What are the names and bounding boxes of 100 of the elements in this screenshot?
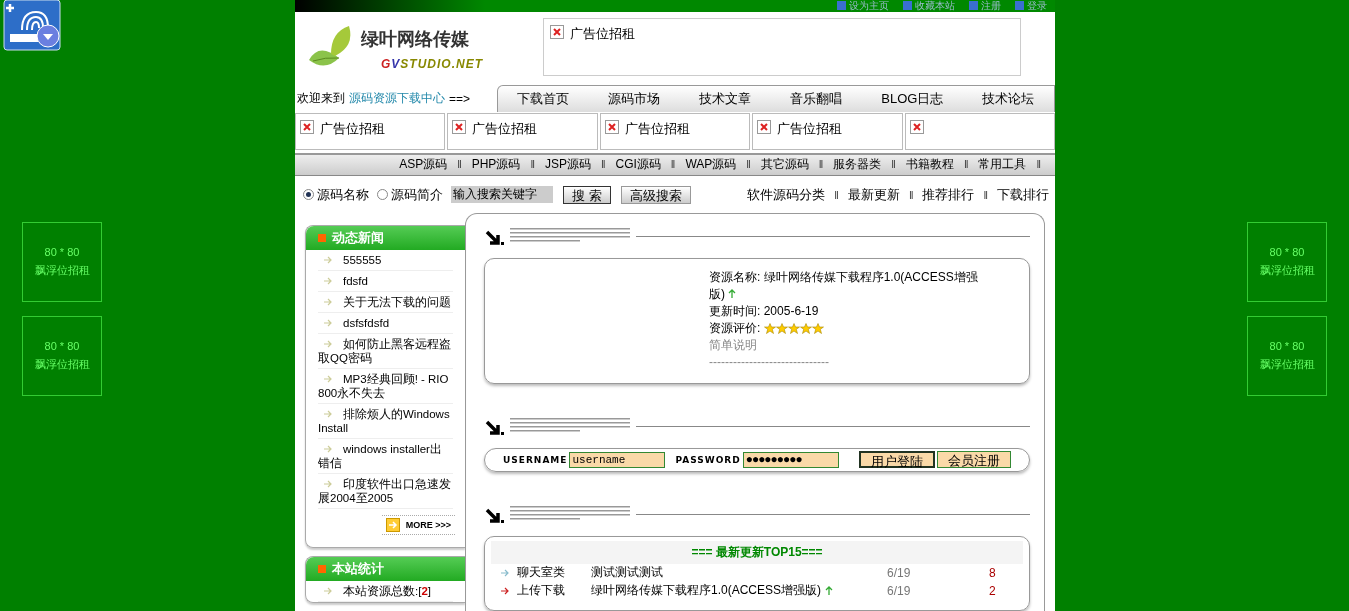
date-cell-text: 6/19 xyxy=(887,566,912,580)
resource-link[interactable]: 绿叶网络传媒下载程序1.0(ACCESS增强版) xyxy=(591,582,822,600)
category-link[interactable]: 常用工具 xyxy=(978,155,1027,173)
password-field[interactable]: ●●●●●●●●● xyxy=(742,452,839,468)
arrow-icon xyxy=(324,410,333,418)
username-field[interactable]: username xyxy=(569,452,666,468)
separator: ‖ xyxy=(1036,158,1041,171)
separator: ‖ xyxy=(818,158,824,171)
login-button[interactable]: 用户登陆 xyxy=(858,451,935,469)
broken-image-icon xyxy=(909,120,924,135)
separator: ‖ xyxy=(457,158,462,171)
rating-label: 资源评价: xyxy=(709,321,761,335)
broken-image-icon xyxy=(550,24,564,39)
news-item[interactable]: MP3经典回顾! - RIO 800永不失去 xyxy=(318,369,453,403)
arrow-icon xyxy=(324,587,333,595)
stats-item: 本站资源总数:[2] xyxy=(318,581,453,601)
separator: ‖ xyxy=(600,158,606,171)
site-title: 绿叶网络传媒 xyxy=(361,27,470,51)
fingerprint-app-icon[interactable] xyxy=(2,0,62,52)
category-link[interactable]: CGI源码 xyxy=(615,155,661,173)
broken-image-icon xyxy=(604,120,619,135)
radio-button[interactable] xyxy=(377,189,388,201)
category-link[interactable]: JSP源码 xyxy=(544,155,591,173)
separator: ‖ xyxy=(983,188,988,201)
news-item[interactable]: 555555 xyxy=(318,250,453,270)
quick-link[interactable]: 推荐排行 xyxy=(922,185,975,204)
nav-tab[interactable]: 技术文章 xyxy=(691,90,760,109)
separator: ‖ xyxy=(891,158,896,171)
floating-ad-box[interactable]: 80 * 80 飘浮位招租 xyxy=(1247,316,1327,396)
ad-slot[interactable]: 广告位招租 xyxy=(295,113,446,151)
category-link[interactable]: PHP源码 xyxy=(471,155,521,173)
star-icon xyxy=(787,323,800,335)
arrow-icon xyxy=(385,518,400,532)
ad-slot[interactable]: 广告位招租 xyxy=(752,113,903,151)
search-button[interactable]: 搜 索 xyxy=(563,185,611,204)
category-link[interactable]: ASP源码 xyxy=(399,155,448,173)
arrow-icon xyxy=(324,298,333,306)
news-item[interactable]: 关于无法下载的问题 xyxy=(318,292,453,312)
ad-slot[interactable]: 广告位招租 xyxy=(599,113,751,151)
news-item[interactable]: dsfsfdsfd xyxy=(318,313,453,333)
arrow-icon xyxy=(324,480,333,488)
news-item[interactable]: 排除烦人的Windows Install xyxy=(318,404,453,438)
nav-tab[interactable]: BLOG日志 xyxy=(873,90,952,109)
arrow-icon xyxy=(324,256,333,264)
more-button[interactable]: MORE >>> xyxy=(381,515,455,535)
count-cell-text: 8 xyxy=(989,566,997,580)
nav-tab[interactable]: 音乐翻唱 xyxy=(782,90,851,109)
radio-label: 源码简介 xyxy=(391,185,443,204)
news-item[interactable]: windows installer出错信 xyxy=(318,439,453,473)
category-link[interactable]: 其它源码 xyxy=(760,155,809,173)
resource-name[interactable]: 资源名称: 绿叶网络传媒下载程序1.0(ACCESS增强版) xyxy=(709,269,979,303)
quick-link[interactable]: 最新更新 xyxy=(847,185,900,204)
quick-link[interactable]: 软件源码分类 xyxy=(747,185,826,204)
floating-ad-box[interactable]: 80 * 80 飘浮位招租 xyxy=(22,222,102,302)
dashed-rule-text: ------------------------------ xyxy=(709,354,830,371)
quick-link[interactable]: 下载排行 xyxy=(997,185,1049,204)
news-item[interactable]: fdsfd xyxy=(318,271,453,291)
separator: ‖ xyxy=(670,158,676,171)
arrow-icon xyxy=(324,375,333,383)
star-icon xyxy=(775,323,788,335)
up-arrow-icon xyxy=(728,289,737,298)
news-title: 动态新闻 xyxy=(306,226,465,250)
category-link[interactable]: WAP源码 xyxy=(685,155,737,173)
radio-button[interactable] xyxy=(303,189,314,201)
date-cell-text: 6/19 xyxy=(887,584,912,598)
star-icon xyxy=(811,323,824,335)
username-label: USERNAME xyxy=(503,455,568,465)
floating-ad-box[interactable]: 80 * 80 飘浮位招租 xyxy=(22,316,102,396)
separator: ‖ xyxy=(530,158,535,171)
category-cell-text: 上传下载 xyxy=(517,582,566,600)
arrow-icon xyxy=(324,319,333,327)
ad-slot[interactable]: 广告位招租 xyxy=(447,113,598,151)
separator: ‖ xyxy=(834,188,839,201)
nav-tab[interactable]: 下载首页 xyxy=(509,90,578,109)
arrow-icon xyxy=(324,445,333,453)
ad-banner[interactable]: 广告位招租 xyxy=(543,17,1021,76)
news-item[interactable]: 印度软件出口急速发展2004至2005 xyxy=(318,474,453,508)
site-subtitle: GVSTUDIO.NET xyxy=(380,56,484,71)
update-time: 更新时间: 2005-6-19 xyxy=(709,303,820,320)
category-link[interactable]: 服务器类 xyxy=(833,155,882,173)
advanced-search-button[interactable]: 高级搜索 xyxy=(620,185,691,204)
radio-label: 源码名称 xyxy=(317,185,369,204)
nav-tab[interactable]: 技术论坛 xyxy=(974,90,1043,109)
count-cell-text: 2 xyxy=(989,584,997,598)
arrow-text: ==> xyxy=(449,91,471,106)
floating-ad-box[interactable]: 80 * 80 飘浮位招租 xyxy=(1247,222,1327,302)
password-label: PASSWORD xyxy=(675,455,741,465)
top15-title: === 最新更新TOP15=== xyxy=(491,541,1023,564)
welcome-text: 欢迎来到 xyxy=(297,90,345,108)
resource-link[interactable]: 测试测试测试 xyxy=(591,564,663,582)
search-field[interactable]: 输入搜索关键字 xyxy=(451,186,553,204)
category-link[interactable]: 书籍教程 xyxy=(905,155,954,173)
news-item[interactable]: 如何防止黑客远程盗取QQ密码 xyxy=(318,334,453,368)
category-cell-text: 聊天室类 xyxy=(517,564,566,582)
site-link[interactable]: 源码资源下载中心 xyxy=(349,90,445,108)
register-button[interactable]: 会员注册 xyxy=(936,451,1011,469)
broken-image-icon xyxy=(300,120,314,135)
nav-tab[interactable]: 源码市场 xyxy=(600,90,669,109)
stats-title: 本站统计 xyxy=(306,557,465,581)
arrow-icon xyxy=(324,277,333,285)
